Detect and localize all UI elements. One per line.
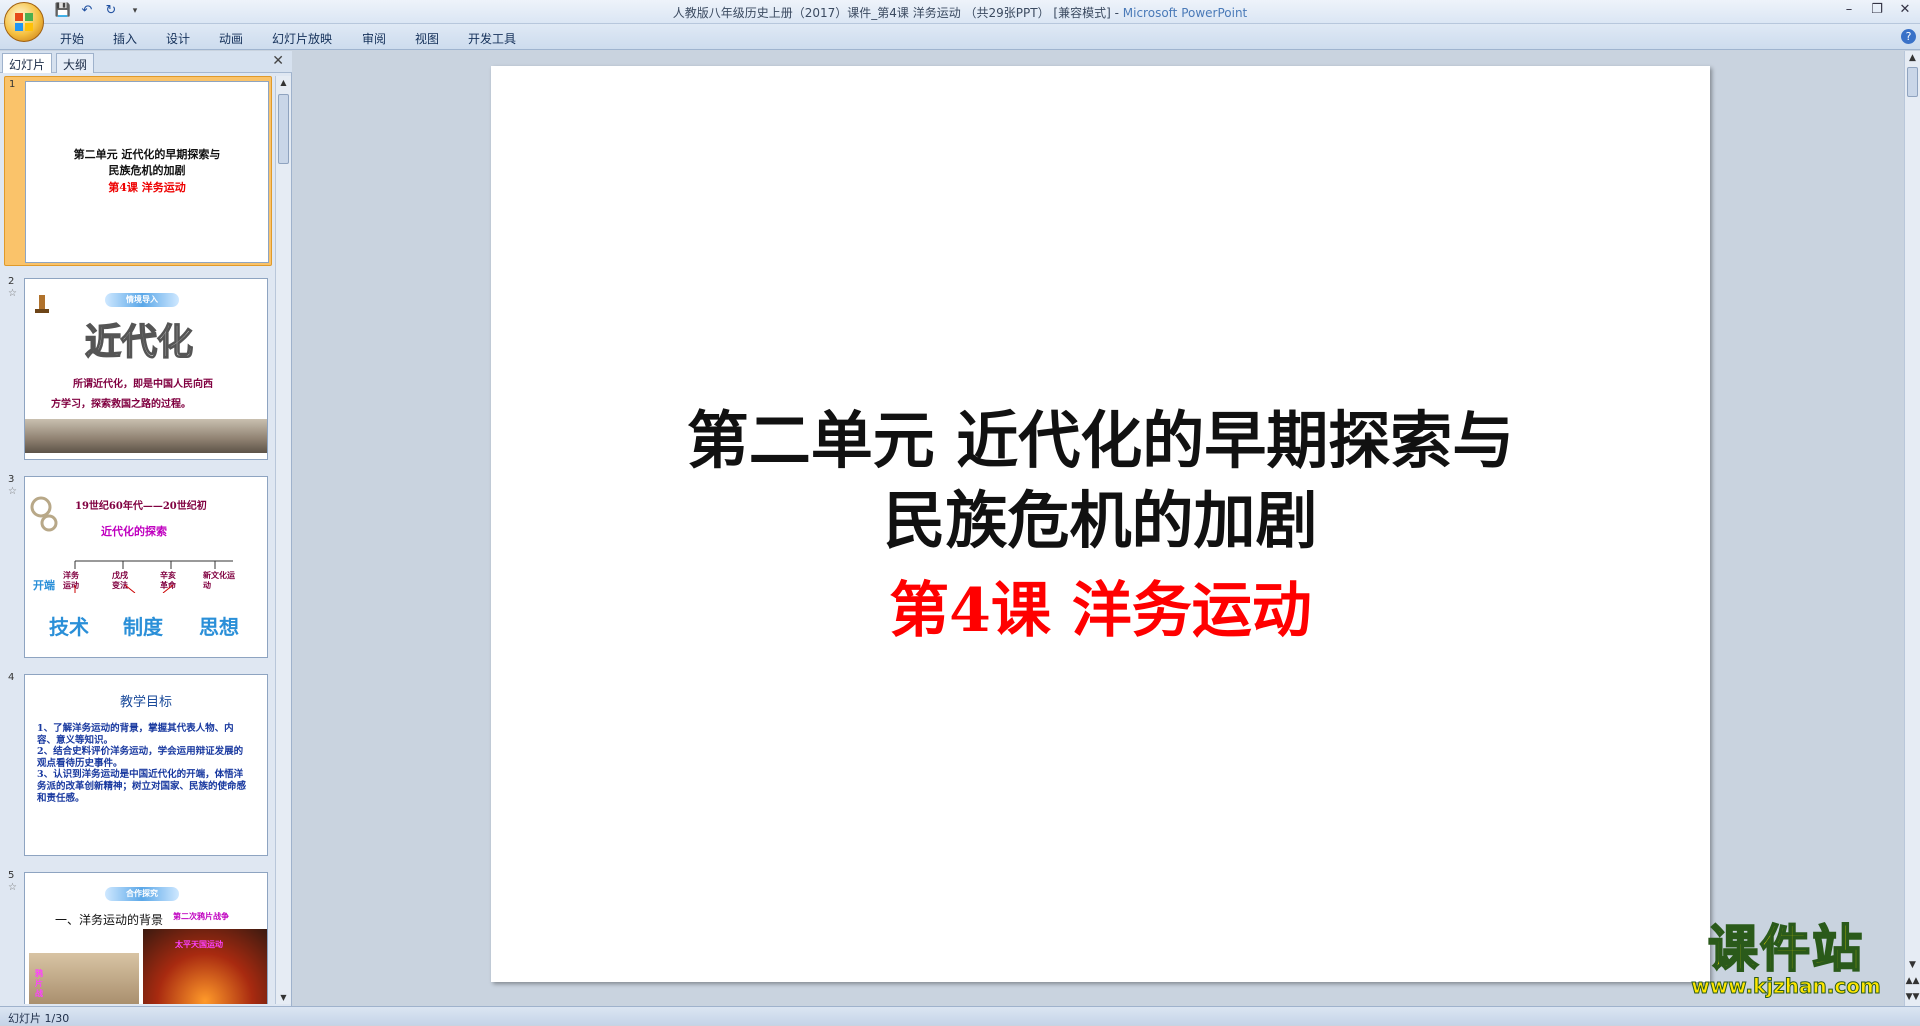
thumbnail-word: 技术 — [49, 615, 89, 639]
tab-home[interactable]: 开始 — [60, 30, 84, 47]
harbor-image — [25, 419, 267, 453]
window-title: 人教版八年级历史上册（2017）课件_第4课 洋务运动 （共29张PPT） [兼… — [672, 6, 1248, 20]
thumbnail-line: 1、了解洋务运动的背景，掌握其代表人物、内容、意义等知识。 — [37, 723, 234, 746]
thumbnail-subtitle: 第4课 洋务运动 — [108, 181, 186, 194]
thumbnail-tag: 太平天国运动 — [175, 940, 223, 949]
lantern-icon — [31, 293, 53, 315]
thumbnail-slide-1[interactable]: 1 第二单元 近代化的早期探索与 民族危机的加剧 第4课 洋务运动 — [4, 76, 272, 266]
connector-lines — [74, 560, 233, 593]
thumbnail-title-line: 第二单元 近代化的早期探索与 — [73, 148, 221, 161]
tab-animations[interactable]: 动画 — [219, 30, 243, 47]
ribbon-tabs: 开始 插入 设计 动画 幻灯片放映 审阅 视图 开发工具 ? — [0, 24, 1920, 50]
tab-developer[interactable]: 开发工具 — [468, 30, 516, 47]
scroll-down-icon[interactable]: ▼ — [276, 993, 291, 1002]
tab-insert[interactable]: 插入 — [113, 30, 137, 47]
office-logo-icon — [15, 13, 33, 31]
thumbnail-number: 2 — [8, 276, 15, 287]
next-slide-icon[interactable]: ▼▼ — [1905, 992, 1920, 1002]
tab-slideshow[interactable]: 幻灯片放映 — [272, 30, 332, 47]
thumbnail-list: 1 第二单元 近代化的早期探索与 民族危机的加剧 第4课 洋务运动 2 ☆ 情境… — [0, 76, 274, 1004]
thumbnail-preview: 第二单元 近代化的早期探索与 民族危机的加剧 第4课 洋务运动 — [25, 81, 269, 263]
thumbnail-number: 4 — [8, 672, 15, 683]
thumbnail-slide-2[interactable]: 2 ☆ 情境导入 近代化 所谓近代化，即是中国人民向西 方学习，探索救国之路的过… — [4, 274, 272, 464]
pane-tabs: 幻灯片 大纲 ✕ — [0, 51, 292, 73]
help-icon[interactable]: ? — [1901, 29, 1916, 44]
close-pane-icon[interactable]: ✕ — [272, 53, 284, 69]
thumbnail-body: 1、了解洋务运动的背景，掌握其代表人物、内容、意义等知识。 2、结合史料评价洋务… — [37, 723, 247, 804]
tab-slides[interactable]: 幻灯片 — [2, 53, 53, 73]
thumbnail-title-line: 民族危机的加剧 — [108, 164, 186, 177]
document-title: 人教版八年级历史上册（2017）课件_第4课 洋务运动 （共29张PPT） [兼… — [672, 6, 1111, 20]
thumbnail-start: 开端 — [33, 579, 55, 592]
scroll-thumb[interactable] — [278, 94, 289, 164]
animation-star-icon: ☆ — [8, 288, 17, 299]
thumbnail-slide-4[interactable]: 4 教学目标 1、了解洋务运动的背景，掌握其代表人物、内容、意义等知识。 2、结… — [4, 670, 272, 860]
office-button[interactable] — [4, 2, 44, 42]
watermark-url: www.kjzhan.com — [1691, 974, 1882, 999]
slide-indicator: 幻灯片 1/30 — [8, 1012, 70, 1025]
previous-slide-icon[interactable]: ▲▲ — [1905, 976, 1920, 986]
maximize-icon[interactable]: ❐ — [1868, 2, 1886, 17]
thumbnail-preview: 19世纪60年代——20世纪初 近代化的探索 开端 洋务运动 戊戌变法 辛亥革命… — [24, 476, 268, 658]
thumbnail-line: 2、结合史料评价洋务运动，学会运用辩证发展的观点看待历史事件。 — [37, 746, 244, 769]
tab-outline[interactable]: 大纲 — [56, 53, 95, 73]
slide-title-line-1[interactable]: 第二单元 近代化的早期探索与 — [491, 390, 1710, 480]
slide-title-line-2[interactable]: 民族危机的加剧 — [491, 470, 1710, 560]
thumbnail-slide-5[interactable]: 5 ☆ 合作探究 一、洋务运动的背景 第二次鸦片战争 太平天国运动 鸦片战 — [4, 868, 272, 1004]
tab-review[interactable]: 审阅 — [362, 30, 386, 47]
minimize-icon[interactable]: – — [1840, 2, 1858, 17]
slide-subtitle[interactable]: 第4课 洋务运动 — [491, 562, 1710, 649]
window-controls: – ❐ ✕ — [1840, 2, 1914, 17]
site-watermark-logo: 课件站 www.kjzhan.com — [1668, 920, 1904, 1002]
current-slide[interactable]: 第二单元 近代化的早期探索与 民族危机的加剧 第4课 洋务运动 — [491, 66, 1710, 982]
animation-star-icon: ☆ — [8, 486, 17, 497]
app-name: Microsoft PowerPoint — [1122, 6, 1248, 20]
thumbnail-scrollbar[interactable]: ▲ ▼ — [275, 76, 291, 1004]
thumbnail-tag: 第二次鸦片战争 — [173, 912, 229, 921]
scroll-thumb[interactable] — [1907, 67, 1918, 97]
slide-editing-area: 第二单元 近代化的早期探索与 民族危机的加剧 第4课 洋务运动 — [295, 51, 1905, 1006]
thumbnail-title: 近代化的探索 — [101, 525, 167, 538]
main-scrollbar[interactable]: ▲ ▼ ▲▲ ▼▼ — [1904, 51, 1920, 1006]
tab-design[interactable]: 设计 — [166, 30, 190, 47]
thumbnail-number: 3 — [8, 474, 15, 485]
painting-image — [29, 953, 139, 1004]
gears-icon — [29, 495, 59, 535]
status-bar: 幻灯片 1/30 — [0, 1006, 1920, 1025]
thumbnail-line: 3、认识到洋务运动是中国近代化的开端，体悟洋务派的改革创新精神；树立对国家、民族… — [37, 769, 247, 804]
thumbnail-preview: 教学目标 1、了解洋务运动的背景，掌握其代表人物、内容、意义等知识。 2、结合史… — [24, 674, 268, 856]
thumbnail-preview: 合作探究 一、洋务运动的背景 第二次鸦片战争 太平天国运动 鸦片战 — [24, 872, 268, 1004]
section-badge: 情境导入 — [105, 293, 179, 307]
thumbnail-number: 5 — [8, 870, 15, 881]
thumbnail-line: 一、洋务运动的背景 — [55, 913, 164, 927]
thumbnail-preview: 情境导入 近代化 所谓近代化，即是中国人民向西 方学习，探索救国之路的过程。 — [24, 278, 268, 460]
thumbnail-line: 所谓近代化，即是中国人民向西 — [73, 379, 213, 390]
thumbnail-tag: 鸦片战 — [35, 969, 43, 998]
slides-pane: 幻灯片 大纲 ✕ 1 第二单元 近代化的早期探索与 民族危机的加剧 第4课 洋务… — [0, 51, 292, 1006]
thumbnail-line: 方学习，探索救国之路的过程。 — [51, 399, 191, 410]
section-badge: 合作探究 — [105, 887, 179, 901]
tab-view[interactable]: 视图 — [415, 30, 439, 47]
scroll-down-icon[interactable]: ▼ — [1905, 960, 1920, 970]
watermark-text: 课件站 — [1707, 920, 1864, 978]
scroll-up-icon[interactable]: ▲ — [1905, 53, 1920, 63]
thumbnail-word: 制度 — [123, 615, 163, 639]
thumbnail-title: 教学目标 — [119, 695, 172, 710]
scroll-up-icon[interactable]: ▲ — [276, 78, 291, 87]
close-icon[interactable]: ✕ — [1896, 2, 1914, 17]
title-bar: 💾 ↶ ↻ ▾ 人教版八年级历史上册（2017）课件_第4课 洋务运动 （共29… — [0, 0, 1920, 24]
thumbnail-number: 1 — [9, 79, 16, 90]
thumbnail-big-text: 近代化 — [84, 320, 194, 364]
thumbnail-header: 19世纪60年代——20世纪初 — [75, 501, 207, 512]
thumbnail-slide-3[interactable]: 3 ☆ 19世纪60年代——20世纪初 近代化的探索 开端 洋务运动 戊戌变法 … — [4, 472, 272, 662]
animation-star-icon: ☆ — [8, 882, 17, 893]
thumbnail-word: 思想 — [199, 615, 239, 639]
